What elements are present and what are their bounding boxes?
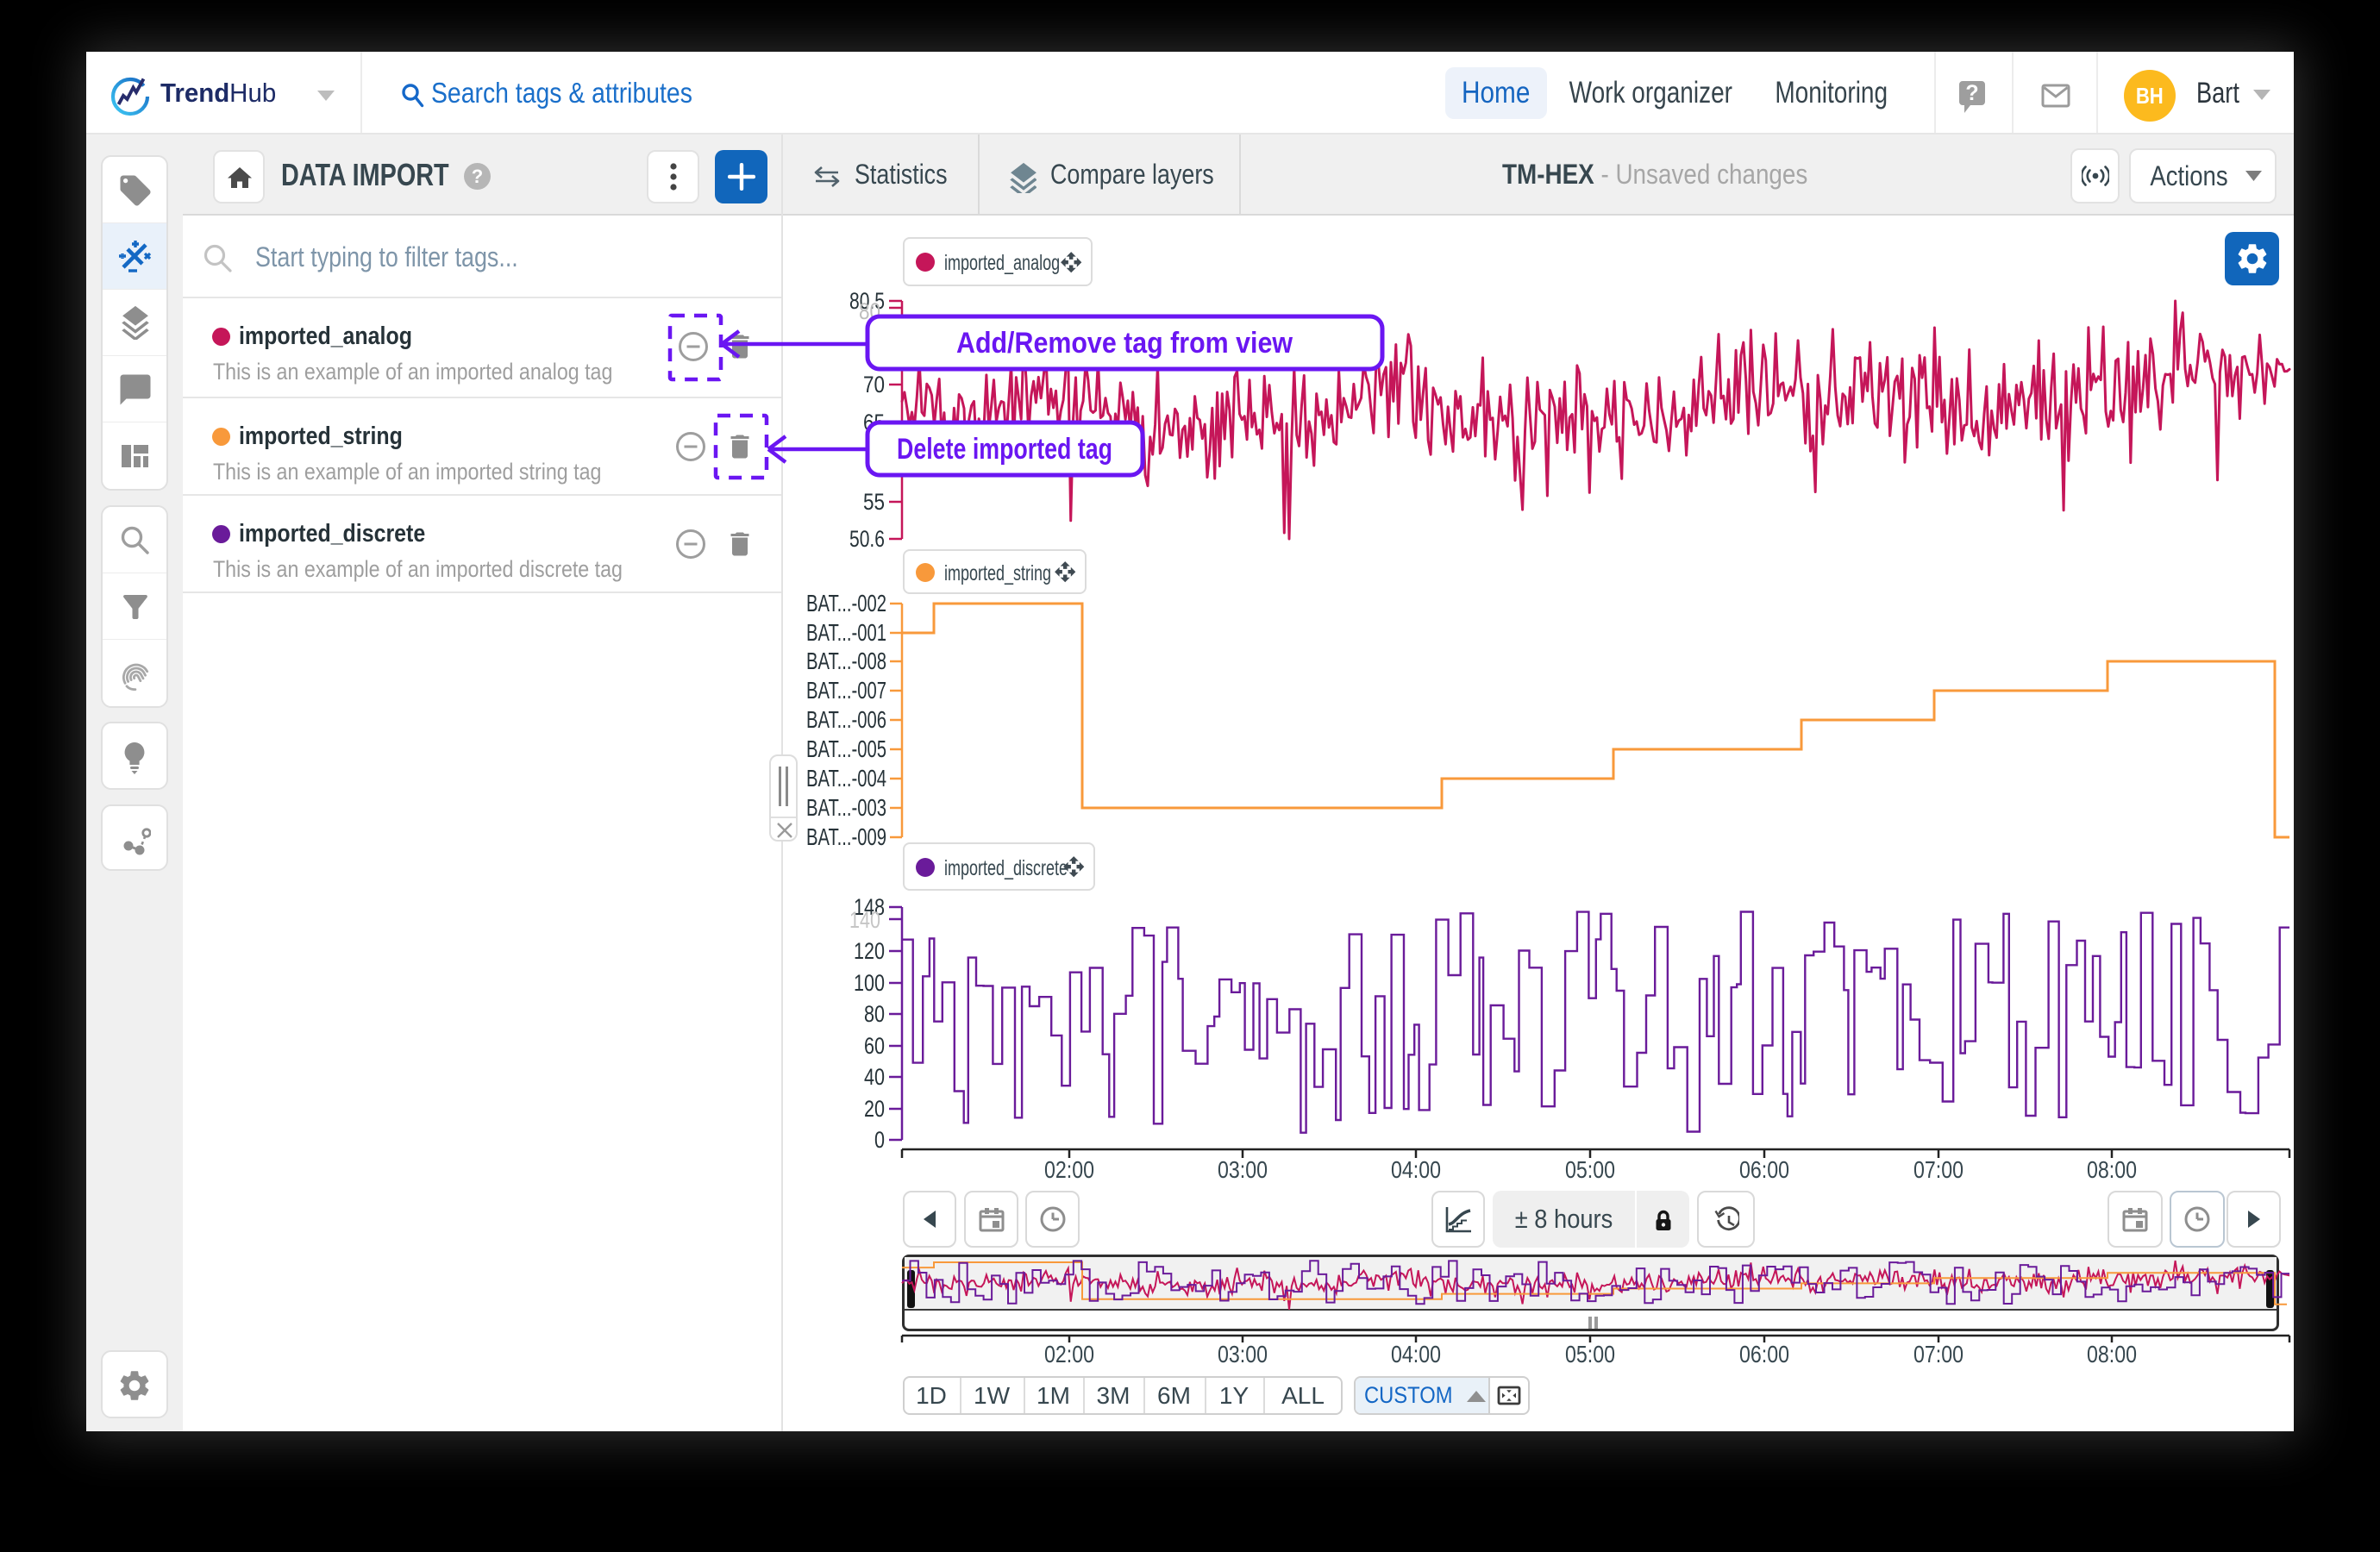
svg-text:04:00: 04:00 bbox=[1391, 1341, 1441, 1367]
svg-text:07:00: 07:00 bbox=[1913, 1341, 1964, 1367]
svg-text:BAT...-006: BAT...-006 bbox=[806, 706, 886, 733]
svg-text:02:00: 02:00 bbox=[1044, 1156, 1094, 1183]
svg-text:BAT...-005: BAT...-005 bbox=[806, 735, 886, 762]
svg-text:03:00: 03:00 bbox=[1218, 1156, 1268, 1183]
svg-text:Delete imported tag: Delete imported tag bbox=[897, 433, 1112, 466]
svg-text:BAT...-001: BAT...-001 bbox=[806, 619, 886, 646]
svg-text:BAT...-009: BAT...-009 bbox=[806, 823, 886, 850]
svg-text:50.6: 50.6 bbox=[849, 526, 885, 552]
svg-text:08:00: 08:00 bbox=[2087, 1341, 2137, 1367]
svg-text:100: 100 bbox=[854, 970, 885, 996]
svg-text:80: 80 bbox=[864, 1001, 885, 1027]
svg-text:03:00: 03:00 bbox=[1218, 1341, 1268, 1367]
svg-text:0: 0 bbox=[874, 1127, 885, 1153]
svg-text:40: 40 bbox=[864, 1064, 885, 1090]
svg-text:08:00: 08:00 bbox=[2087, 1156, 2137, 1183]
svg-text:06:00: 06:00 bbox=[1739, 1341, 1789, 1367]
svg-text:Add/Remove tag from view: Add/Remove tag from view bbox=[956, 327, 1293, 360]
svg-text:55: 55 bbox=[863, 489, 885, 515]
svg-text:07:00: 07:00 bbox=[1913, 1156, 1964, 1183]
svg-text:05:00: 05:00 bbox=[1565, 1156, 1615, 1183]
svg-text:BAT...-008: BAT...-008 bbox=[806, 648, 886, 674]
svg-text:BAT...-004: BAT...-004 bbox=[806, 765, 886, 792]
svg-text:20: 20 bbox=[864, 1096, 885, 1122]
svg-text:65: 65 bbox=[863, 410, 885, 435]
svg-text:BAT...-002: BAT...-002 bbox=[806, 590, 886, 616]
svg-text:BAT...-003: BAT...-003 bbox=[806, 794, 886, 821]
svg-text:60: 60 bbox=[864, 1033, 885, 1059]
svg-text:02:00: 02:00 bbox=[1044, 1341, 1094, 1367]
svg-text:120: 120 bbox=[854, 938, 885, 964]
svg-text:140: 140 bbox=[849, 907, 880, 933]
svg-text:05:00: 05:00 bbox=[1565, 1341, 1615, 1367]
svg-text:BAT...-007: BAT...-007 bbox=[806, 677, 886, 704]
svg-text:80.5: 80.5 bbox=[849, 288, 885, 314]
svg-text:80: 80 bbox=[859, 298, 880, 324]
svg-text:148: 148 bbox=[854, 894, 885, 920]
svg-text:70: 70 bbox=[863, 372, 885, 397]
svg-text:06:00: 06:00 bbox=[1739, 1156, 1789, 1183]
svg-text:?: ? bbox=[1965, 81, 1978, 105]
svg-text:04:00: 04:00 bbox=[1391, 1156, 1441, 1183]
